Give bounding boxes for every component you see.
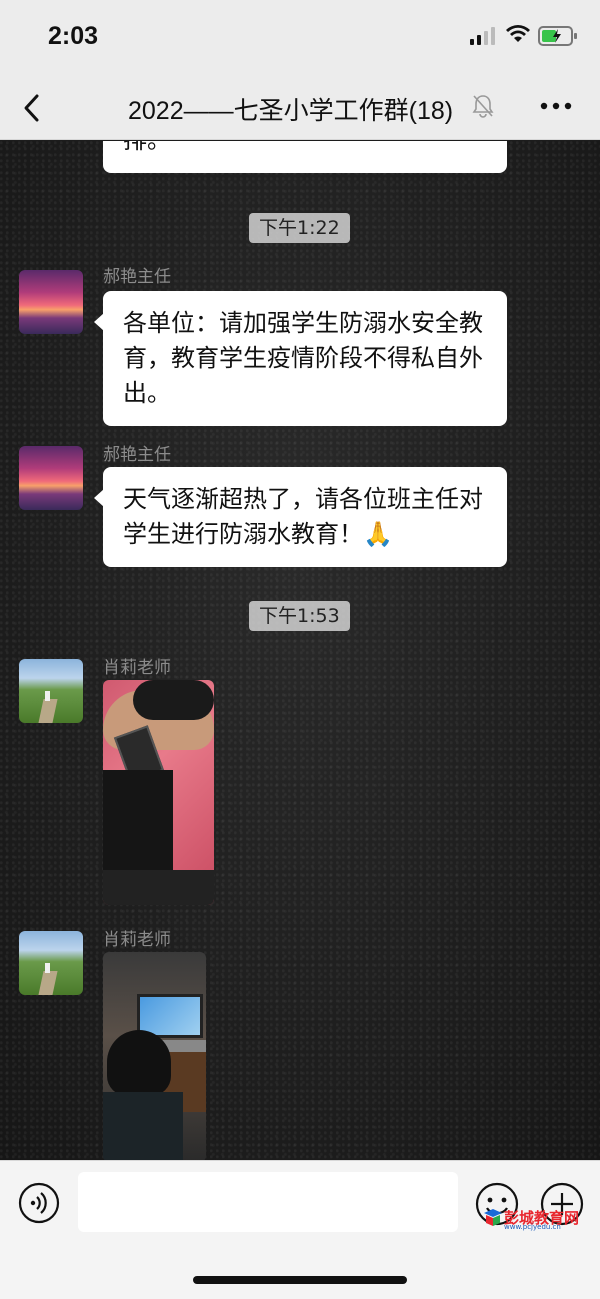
- message-input[interactable]: [78, 1172, 458, 1232]
- avatar[interactable]: [19, 931, 83, 995]
- avatar[interactable]: [19, 659, 83, 723]
- time-divider: 下午1:22: [249, 213, 350, 243]
- sender-name: 郝艳主任: [103, 445, 171, 465]
- avatar-path: [38, 699, 58, 723]
- status-bar: 2:03: [0, 0, 600, 75]
- image-message[interactable]: [103, 952, 206, 1160]
- watermark-url: www.pcjyedu.cn: [504, 1223, 561, 1231]
- message-bubble[interactable]: 天气逐渐超热了，请各位班主任对学生进行防溺水教育！🙏: [94, 467, 507, 567]
- photo-floor: [103, 870, 214, 905]
- avatar[interactable]: [19, 270, 83, 334]
- more-dots-icon[interactable]: [540, 102, 572, 110]
- message-text: 各单位：请加强学生防溺水安全教育，教育学生疫情阶段不得私自外出。: [123, 309, 483, 407]
- bell-off-icon: [472, 95, 494, 118]
- praying-hands-emoji: 🙏: [363, 520, 393, 548]
- message-bubble[interactable]: 各单位：请加强学生防溺水安全教育，教育学生疫情阶段不得私自外出。: [94, 291, 507, 426]
- watermark: 彭城教育网 www.pcjyedu.cn: [482, 1207, 582, 1231]
- nav-bar: 2022——七圣小学工作群(18): [0, 75, 600, 140]
- voice-icon[interactable]: [18, 1182, 60, 1224]
- chat-title: 2022——七圣小学工作群(18): [128, 97, 454, 125]
- back-chevron-icon[interactable]: [22, 93, 42, 123]
- battery-icon: [538, 26, 577, 46]
- avatar-person: [45, 691, 50, 701]
- time-divider: 下午1:53: [249, 601, 350, 631]
- photo-head: [107, 1030, 171, 1096]
- sender-name: 肖莉老师: [103, 658, 171, 678]
- sender-name: 郝艳主任: [103, 267, 171, 287]
- avatar[interactable]: [19, 446, 83, 510]
- message-text: 天气逐渐超热了，请各位班主任对学生进行防溺水教育！: [123, 485, 483, 548]
- sender-name: 肖莉老师: [103, 930, 171, 950]
- avatar-path: [38, 971, 58, 995]
- chat-area[interactable]: 排。 下午1:22 郝艳主任 各单位：请加强学生防溺水安全教育，教育学生疫情阶段…: [0, 141, 600, 1160]
- partial-message-bubble: 排。: [103, 141, 507, 173]
- home-indicator: [193, 1276, 407, 1284]
- photo-head: [133, 680, 214, 720]
- wifi-icon: [506, 25, 530, 42]
- watermark-logo-icon: [484, 1209, 502, 1226]
- signal-icon: [470, 27, 495, 45]
- image-message[interactable]: [103, 680, 214, 905]
- partial-message-text: 排。: [123, 141, 171, 157]
- avatar-person: [45, 963, 50, 973]
- photo-shirt: [103, 1092, 183, 1160]
- status-time: 2:03: [48, 22, 99, 50]
